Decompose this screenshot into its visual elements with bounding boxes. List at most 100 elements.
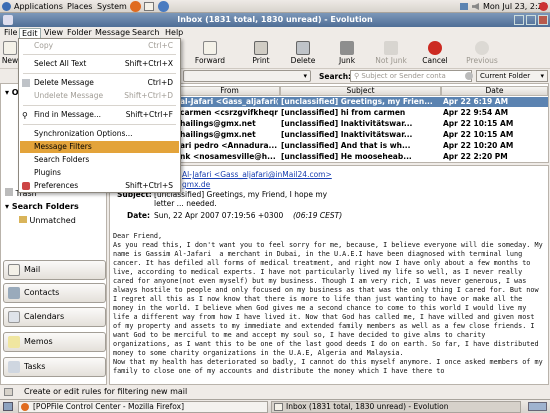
menu-item-preferences[interactable]: Preferences Shift+Ctrl+S [20,180,179,192]
folder-unmatched[interactable]: Unmatched [19,215,76,226]
edit-menu: Copy Ctrl+C Select All Text Shift+Ctrl+X D… [18,38,181,193]
search-icon: ⚲ [22,111,28,120]
menu-message[interactable]: Message [93,28,132,38]
close-icon[interactable] [538,15,548,25]
not-junk-icon [384,41,398,55]
search-folder-icon [19,216,27,223]
preferences-icon [22,182,30,190]
status-bar: Create or edit rules for filtering new m… [0,385,550,399]
status-text: Create or edit rules for filtering new m… [24,387,188,396]
panel-menu-places[interactable]: Places [67,1,92,12]
maximize-icon[interactable] [526,15,536,25]
mail-launcher-icon[interactable] [144,2,154,11]
panel-menu-applications[interactable]: Applications [14,1,63,12]
window-menu-icon[interactable] [3,15,13,25]
clear-search-icon[interactable] [465,72,473,80]
show-filter-dropdown[interactable]: ▾ [183,70,311,82]
junk-button[interactable]: Junk [327,40,367,68]
menu-item-plugins[interactable]: Plugins [20,167,179,179]
date-label: Date: [127,211,150,220]
message-body: Dear Friend, As you read this, I don't w… [113,232,543,375]
workspace-switcher[interactable] [528,402,547,411]
cancel-button[interactable]: Cancel [415,40,455,68]
menu-separator [23,73,176,74]
firefox-launcher-icon[interactable] [130,1,141,12]
from-line: Al-Jafari <Gass_aljafari@inMail24.com> [182,170,332,179]
switcher-calendars[interactable]: Calendars [3,307,106,327]
firefox-icon [21,403,29,411]
date-local-value: (06:19 CEST) [293,211,343,220]
gnome-foot-icon[interactable] [2,2,11,11]
to-address-link[interactable]: gmx.de [182,180,210,189]
cancel-icon [428,41,442,55]
calendar-icon [8,311,20,323]
column-header-from[interactable]: From [179,86,280,96]
switcher-tasks[interactable]: Tasks [3,357,106,377]
menu-folder[interactable]: Folder [65,28,94,38]
menu-separator [23,105,176,106]
forward-button[interactable]: Forward [190,40,230,68]
mail-icon [8,264,20,276]
minimize-icon[interactable] [514,15,524,25]
taskbar: [POPFile Control Center - Mozilla Firefo… [0,399,550,413]
menu-item-find-in-message[interactable]: ⚲ Find in Message... Shift+Ctrl+F [20,109,179,121]
folder-search-folders[interactable]: ▾ Search Folders [5,201,79,212]
trash-icon [296,41,310,55]
panel-menu-system[interactable]: System [97,1,127,12]
new-mail-icon [3,41,17,55]
trash-icon [22,79,30,87]
switcher-contacts[interactable]: Contacts [3,283,106,303]
contacts-icon [8,287,20,299]
menu-item-delete-message[interactable]: Delete Message Ctrl+D [20,77,179,89]
task-evolution[interactable]: Inbox (1831 total, 1830 unread) - Evolut… [271,401,521,413]
menu-help[interactable]: Help [163,28,185,38]
window-title: Inbox (1831 total, 1830 unread) - Evolut… [177,15,373,24]
top-panel: Applications Places System Mon Jul 23, 2… [0,0,550,22]
menu-file[interactable]: File [2,28,19,38]
switcher-memos[interactable]: Memos [3,332,106,352]
switcher-mail[interactable]: Mail [3,260,106,280]
not-junk-button[interactable]: Not Junk [371,40,411,68]
message-preview: Al-Jafari <Gass_aljafari@inMail24.com> g… [109,165,549,385]
menu-item-message-filters[interactable]: Message Filters [20,141,179,153]
menu-item-copy[interactable]: Copy Ctrl+C [20,40,179,52]
forward-icon [203,41,217,55]
column-header-subject[interactable]: Subject [280,86,441,96]
subject-value: [unclassified] Greetings, my Friend, I h… [154,190,328,208]
chevron-down-icon: ▾ [303,72,307,80]
menu-item-search-folders[interactable]: Search Folders [20,154,179,166]
menu-separator [23,54,176,55]
menu-view[interactable]: View [42,28,65,38]
menu-separator [23,124,176,125]
previous-icon [475,41,489,55]
menu-item-synchronization-options[interactable]: Synchronization Options... [20,128,179,140]
volume-icon[interactable] [472,3,479,10]
chevron-down-icon: ▾ [540,72,544,80]
print-button[interactable]: Print [241,40,281,68]
evolution-icon [274,403,283,411]
column-header-date[interactable]: Date [441,86,548,96]
window-titlebar[interactable]: Inbox (1831 total, 1830 unread) - Evolut… [0,13,550,27]
search-scope-dropdown[interactable]: Current Folder ▾ [476,70,548,82]
folder-tree-expander[interactable]: ▾ O [5,87,19,98]
menu-item-undelete-message[interactable]: Undelete Message Shift+Ctrl+D [20,90,179,102]
search-label: Search: [319,72,352,81]
network-icon[interactable] [460,3,468,10]
show-desktop-icon[interactable] [3,402,13,411]
search-input[interactable]: ⚲ Subject or Sender conta [350,70,472,82]
delete-button[interactable]: Delete [283,40,323,68]
trash-icon [5,188,13,196]
previous-button[interactable]: Previous [462,40,502,68]
task-firefox[interactable]: [POPFile Control Center - Mozilla Firefo… [18,401,268,413]
menu-item-select-all-text[interactable]: Select All Text Shift+Ctrl+X [20,58,179,70]
junk-icon [340,41,354,55]
date-value: Sun, 22 Apr 2007 07:19:56 +0300 [154,211,284,220]
new-button[interactable]: New [0,40,20,68]
memo-icon [8,336,20,348]
offline-status-icon[interactable] [4,388,13,396]
logout-icon[interactable] [539,2,548,11]
help-launcher-icon[interactable] [158,1,169,12]
printer-icon [254,41,268,55]
tasks-icon [8,361,20,373]
menu-search[interactable]: Search [130,28,161,38]
